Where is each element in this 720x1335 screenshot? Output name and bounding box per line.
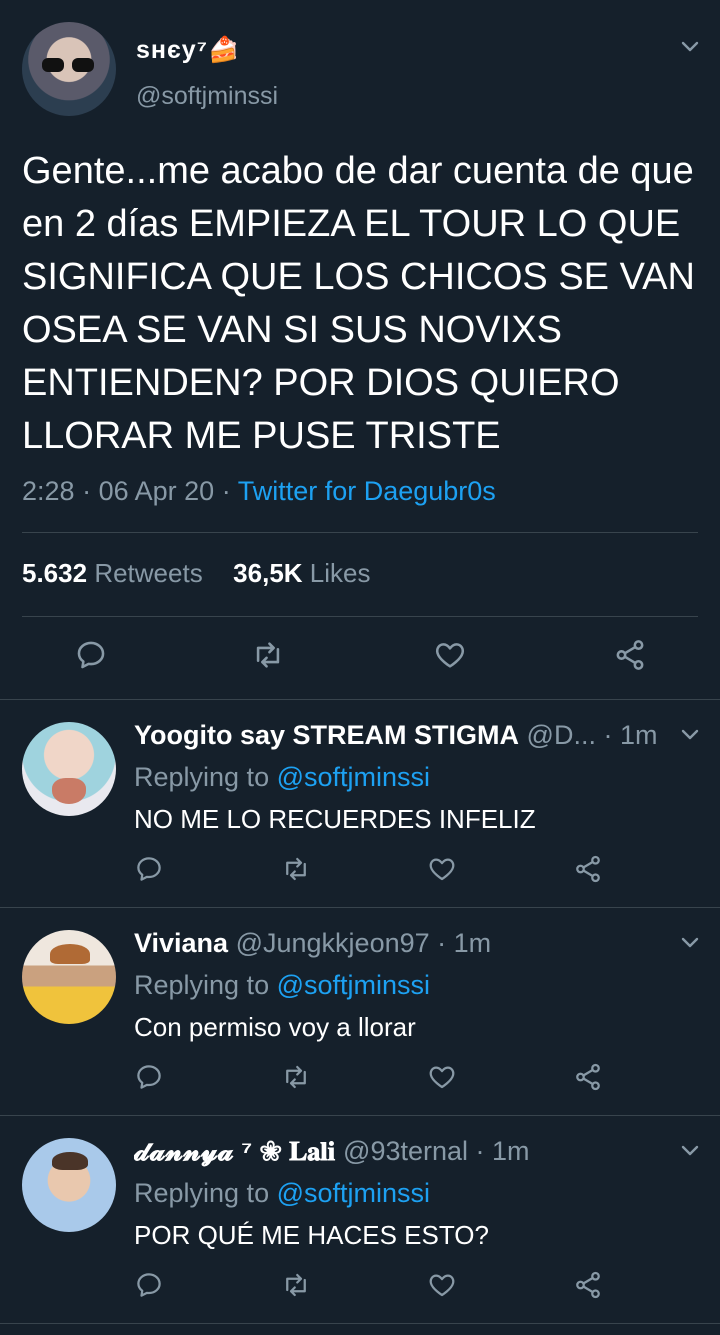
reply-text: Con permiso voy a llorar — [134, 1012, 416, 1042]
reply-avatar[interactable] — [22, 722, 116, 816]
share-icon[interactable] — [572, 854, 604, 884]
share-icon[interactable] — [572, 1062, 604, 1092]
like-icon[interactable] — [426, 1062, 458, 1092]
reply-icon[interactable] — [74, 638, 108, 672]
divider — [22, 616, 698, 617]
chevron-down-icon[interactable] — [681, 728, 699, 742]
chevron-down-icon[interactable] — [681, 1144, 699, 1158]
reply-avatar[interactable] — [22, 1138, 116, 1232]
retweet-icon[interactable] — [280, 1270, 312, 1300]
replying-to-line: Replying to @softjminssi — [134, 762, 431, 792]
tweet-source-link[interactable]: Twitter for Daegubr0s — [238, 476, 496, 506]
reply-handle[interactable]: @Jungkkjeon97 — [236, 928, 430, 958]
like-icon[interactable] — [432, 638, 468, 672]
like-icon[interactable] — [426, 854, 458, 884]
author-handle[interactable]: @softjminssi — [136, 82, 278, 111]
chevron-down-icon[interactable] — [681, 936, 699, 950]
reply-action-bar — [0, 1058, 720, 1098]
replying-to-line: Replying to @softjminssi — [134, 970, 431, 1000]
reply-age: · 1m — [475, 1136, 530, 1166]
reply-tweet[interactable]: Viviana @Jungkkjeon97 · 1m Replying to @… — [0, 908, 720, 1115]
reply-header: 𝓭𝓪𝓷𝓷𝔂𝓪 ⁷ ❀ 𝐋𝐚𝐥𝐢 @93ternal · 1m — [134, 1136, 664, 1168]
reply-text: POR QUÉ ME HACES ESTO? — [134, 1220, 489, 1250]
reply-action-bar — [0, 1266, 720, 1306]
reply-handle[interactable]: @D... — [527, 720, 596, 750]
retweet-stat[interactable]: 5.632 Retweets — [22, 558, 203, 588]
reply-icon[interactable] — [134, 1062, 164, 1092]
reply-handle[interactable]: @93ternal — [343, 1136, 468, 1166]
divider — [22, 532, 698, 533]
divider — [0, 1323, 720, 1324]
reply-tweet[interactable]: 𝓭𝓪𝓷𝓷𝔂𝓪 ⁷ ❀ 𝐋𝐚𝐥𝐢 @93ternal · 1m Replying … — [0, 1116, 720, 1323]
reply-text: NO ME LO RECUERDES INFELIZ — [134, 804, 536, 834]
reply-icon[interactable] — [134, 1270, 164, 1300]
tweet-date: 06 Apr 20 — [98, 476, 215, 506]
tweet-time: 2:28 — [22, 476, 75, 506]
replying-to-line: Replying to @softjminssi — [134, 1178, 431, 1208]
tweet-action-bar — [0, 632, 720, 682]
reply-display-name[interactable]: Viviana — [134, 928, 228, 958]
reply-header: Yoogito say STREAM STIGMA @D... · 1m — [134, 720, 664, 751]
chevron-down-icon[interactable] — [681, 40, 699, 54]
retweet-icon[interactable] — [280, 854, 312, 884]
reply-display-name[interactable]: Yoogito say STREAM STIGMA — [134, 720, 519, 750]
tweet-text: Gente...me acabo de dar cuenta de que en… — [22, 150, 695, 457]
retweet-icon[interactable] — [280, 1062, 312, 1092]
reply-action-bar — [0, 850, 720, 890]
replying-to-link[interactable]: @softjminssi — [277, 762, 430, 792]
author-display-name[interactable]: ѕнєу⁷🍰 — [136, 36, 240, 65]
reply-avatar[interactable] — [22, 930, 116, 1024]
tweet-meta: 2:28 · 06 Apr 20 · Twitter for Daegubr0s — [22, 476, 496, 506]
share-icon[interactable] — [612, 638, 648, 672]
replying-to-link[interactable]: @softjminssi — [277, 1178, 430, 1208]
author-avatar[interactable] — [22, 22, 116, 116]
reply-header: Viviana @Jungkkjeon97 · 1m — [134, 928, 664, 959]
retweet-icon[interactable] — [250, 638, 286, 672]
tweet-stats: 5.632 Retweets 36,5K Likes — [22, 558, 371, 589]
reply-display-name[interactable]: 𝓭𝓪𝓷𝓷𝔂𝓪 ⁷ ❀ 𝐋𝐚𝐥𝐢 — [134, 1136, 336, 1166]
replying-to-link[interactable]: @softjminssi — [277, 970, 430, 1000]
reply-tweet[interactable]: Yoogito say STREAM STIGMA @D... · 1m Rep… — [0, 700, 720, 907]
reply-age: · 1m — [603, 720, 658, 750]
reply-age: · 1m — [437, 928, 492, 958]
like-stat[interactable]: 36,5K Likes — [233, 558, 370, 588]
like-icon[interactable] — [426, 1270, 458, 1300]
reply-icon[interactable] — [134, 854, 164, 884]
share-icon[interactable] — [572, 1270, 604, 1300]
main-tweet: ѕнєу⁷🍰 @softjminssi Gente...me acabo de … — [0, 0, 720, 700]
